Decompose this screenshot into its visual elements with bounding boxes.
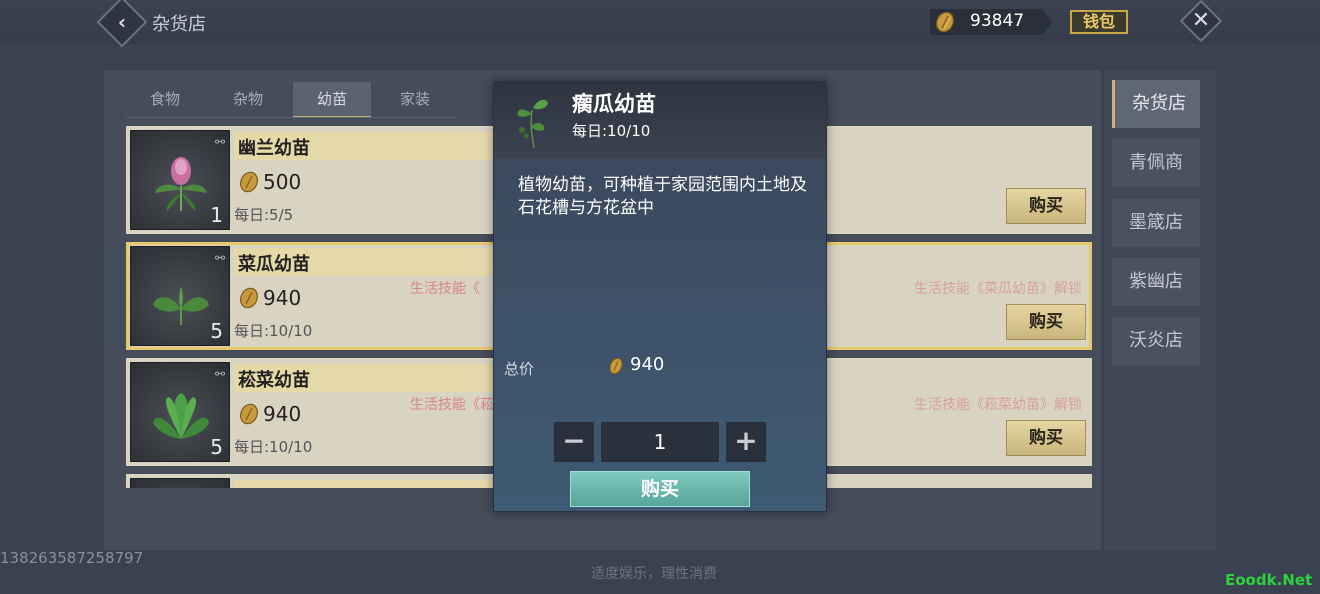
link-icon: ⚯ bbox=[215, 135, 226, 149]
sidebar-item-mozhen[interactable]: 墨箴店 bbox=[1112, 199, 1200, 247]
buy-button[interactable]: 购买 bbox=[1006, 420, 1086, 456]
total-price-label: 总价 bbox=[504, 360, 535, 378]
gold-coin-icon bbox=[936, 11, 954, 33]
gold-balance: 93847 bbox=[930, 9, 1052, 35]
dialog-daily-limit: 每日:10/10 bbox=[572, 122, 651, 140]
quantity-input[interactable]: 1 bbox=[601, 422, 719, 462]
item-stack-count: 1 bbox=[210, 203, 223, 227]
tab-home-decor[interactable]: 家装 bbox=[376, 82, 454, 118]
watermark: Eoodk.Net bbox=[1225, 571, 1313, 589]
tab-divider bbox=[126, 117, 456, 118]
item-stack-count: 5 bbox=[210, 319, 223, 343]
item-price: 940 bbox=[263, 286, 302, 310]
total-price-value: 940 bbox=[630, 354, 665, 375]
gold-coin-icon bbox=[240, 287, 258, 309]
gold-coin-icon bbox=[609, 357, 623, 375]
close-icon: ✕ bbox=[1191, 8, 1211, 33]
seedling-icon bbox=[153, 287, 209, 325]
item-price: 940 bbox=[263, 402, 302, 426]
item-price: 500 bbox=[263, 170, 302, 194]
wallet-button[interactable]: 钱包 bbox=[1070, 10, 1128, 34]
link-icon: ⚯ bbox=[215, 367, 226, 381]
item-thumbnail: 5 ⚯ bbox=[130, 362, 230, 462]
purchase-dialog: 瘸瓜幼苗 每日:10/10 植物幼苗，可种植于家园范围内土地及石花槽与方花盆中 … bbox=[493, 81, 827, 512]
unlock-requirement: 生活技能《菘菜幼苗》解锁 bbox=[914, 397, 1082, 413]
dialog-description: 植物幼苗，可种植于家园范围内土地及石花槽与方花盆中 bbox=[518, 175, 807, 218]
page-title: 杂货店 bbox=[152, 14, 206, 35]
tab-food[interactable]: 食物 bbox=[126, 82, 204, 118]
item-daily-limit: 每日:5/5 bbox=[234, 206, 294, 224]
sidebar-item-woyan[interactable]: 沃炎店 bbox=[1112, 317, 1200, 365]
gold-coin-icon bbox=[240, 171, 258, 193]
sidebar-item-qingpei[interactable]: 青佩商店 bbox=[1112, 139, 1200, 221]
item-name: 菜瓜幼苗 bbox=[238, 254, 310, 275]
item-thumbnail bbox=[130, 478, 230, 488]
tab-misc[interactable]: 杂物 bbox=[209, 82, 287, 118]
cabbage-seedling-icon bbox=[153, 393, 209, 439]
tab-seedlings[interactable]: 幼苗 bbox=[293, 82, 371, 118]
unlock-requirement: 生活技能《菜瓜幼苗》解锁 bbox=[914, 281, 1082, 297]
confirm-buy-button[interactable]: 购买 bbox=[570, 471, 750, 507]
item-daily-limit: 每日:10/10 bbox=[234, 322, 313, 340]
unlock-requirement: 生活技能《 bbox=[410, 281, 480, 297]
quantity-decrease-button[interactable]: − bbox=[554, 422, 594, 462]
buy-button[interactable]: 购买 bbox=[1006, 188, 1086, 224]
sidebar-item-ziyou[interactable]: 紫幽店 bbox=[1112, 258, 1200, 306]
item-stack-count: 5 bbox=[210, 435, 223, 459]
dialog-item-name: 瘸瓜幼苗 bbox=[572, 92, 656, 116]
back-arrow-icon: ‹ bbox=[117, 10, 127, 34]
unlock-requirement: 生活技能《菘 bbox=[410, 397, 494, 413]
buy-button[interactable]: 购买 bbox=[1006, 304, 1086, 340]
item-name: 幽兰幼苗 bbox=[238, 138, 310, 159]
healthy-gaming-notice: 适度娱乐，理性消费 bbox=[591, 566, 717, 582]
item-name: 菘菜幼苗 bbox=[238, 370, 310, 391]
seedling-sprout-icon bbox=[517, 99, 548, 149]
link-icon: ⚯ bbox=[215, 251, 226, 265]
orchid-icon bbox=[155, 157, 207, 211]
sidebar-item-grocery[interactable]: 杂货店 bbox=[1112, 80, 1200, 128]
quantity-increase-button[interactable]: + bbox=[726, 422, 766, 462]
item-thumbnail: 1 ⚯ bbox=[130, 130, 230, 230]
item-daily-limit: 每日:10/10 bbox=[234, 438, 313, 456]
player-id: 138263587258797 bbox=[0, 549, 144, 567]
item-thumbnail: 5 ⚯ bbox=[130, 246, 230, 346]
gold-amount: 93847 bbox=[970, 11, 1025, 31]
gold-coin-icon bbox=[240, 403, 258, 425]
